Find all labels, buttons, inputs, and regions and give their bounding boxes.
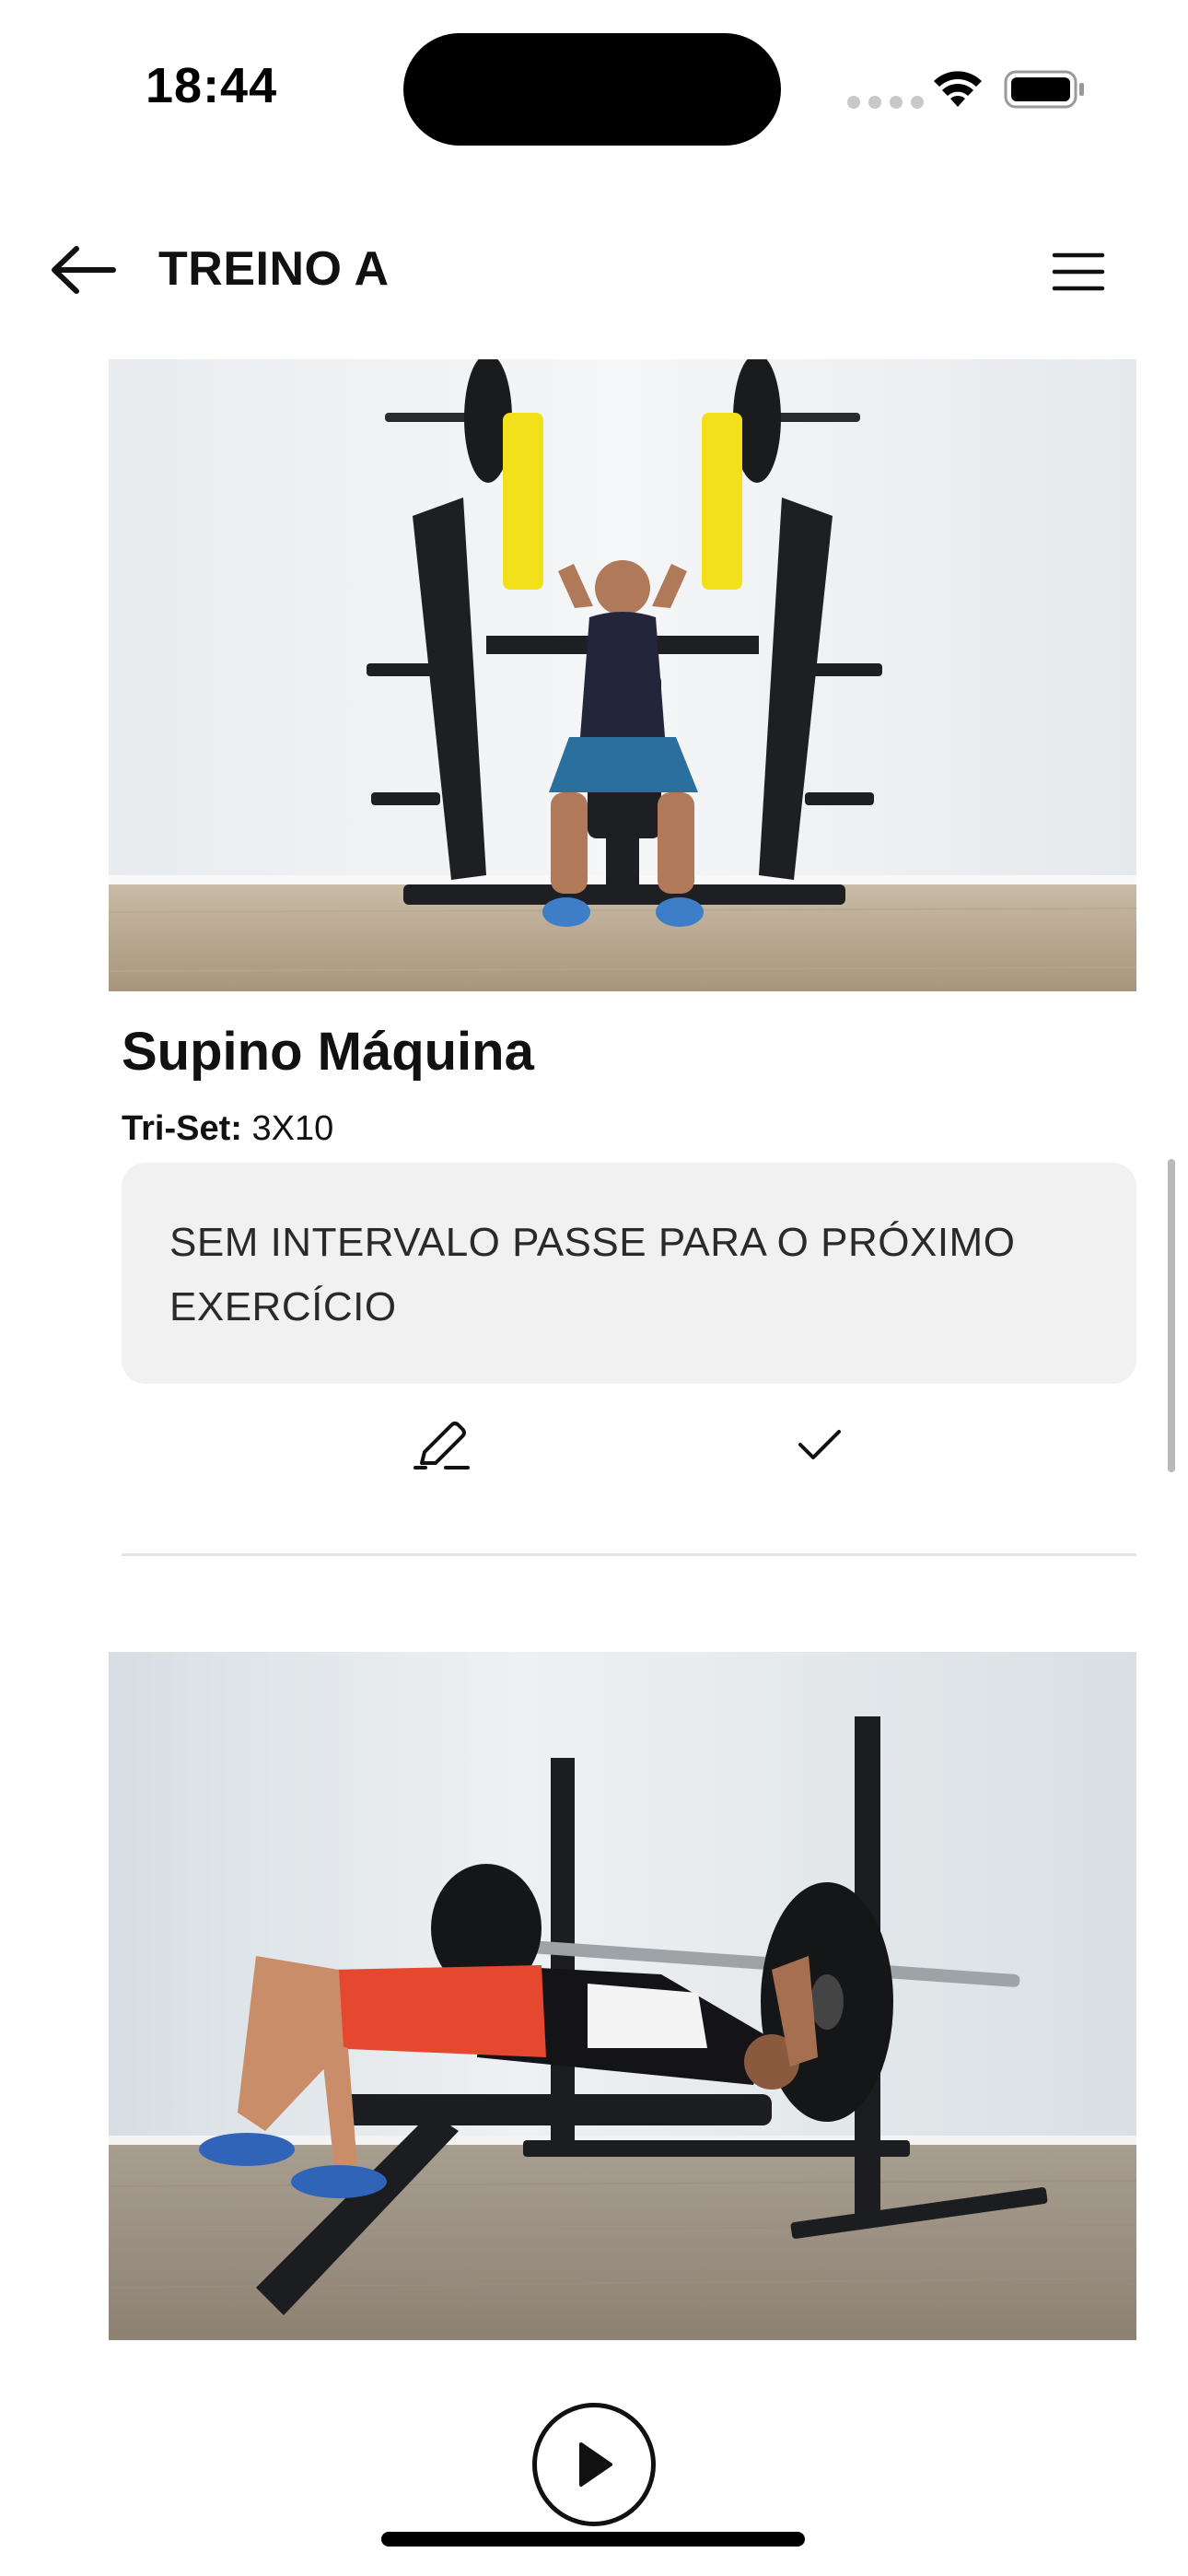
divider	[122, 1553, 1136, 1556]
exercise-name: Supino Máquina	[122, 1022, 534, 1082]
page-title: TREINO A	[158, 242, 390, 296]
exercise-note: SEM INTERVALO PASSE PARA O PRÓXIMO EXERC…	[169, 1220, 1016, 1329]
check-icon	[798, 1430, 841, 1459]
play-icon	[579, 2442, 612, 2487]
dynamic-island	[403, 33, 781, 146]
complete-button[interactable]	[783, 1411, 856, 1478]
cellular-signal-icon	[847, 96, 924, 109]
play-button[interactable]	[532, 2403, 656, 2526]
home-indicator[interactable]	[381, 2532, 805, 2547]
edit-button[interactable]	[405, 1411, 479, 1478]
hamburger-menu-icon	[1052, 252, 1105, 291]
menu-button[interactable]	[1044, 240, 1112, 304]
exercise-sets: Tri-Set: 3X10	[122, 1109, 333, 1149]
bench-press-illustration	[109, 1652, 1136, 2340]
wifi-icon	[934, 71, 982, 107]
arrow-left-icon	[52, 246, 116, 294]
status-time: 18:44	[146, 58, 278, 113]
exercise-image[interactable]	[109, 1652, 1136, 2340]
back-button[interactable]	[46, 238, 120, 302]
scrollbar[interactable]	[1168, 1159, 1175, 1472]
sets-value: 3X10	[251, 1109, 334, 1148]
exercise-image[interactable]	[109, 359, 1136, 991]
status-bar: 18:44	[0, 0, 1188, 166]
exercise-note-box: SEM INTERVALO PASSE PARA O PRÓXIMO EXERC…	[122, 1163, 1136, 1384]
app-header: TREINO A	[0, 230, 1188, 313]
chest-press-machine-illustration	[109, 359, 1136, 991]
battery-icon	[1004, 70, 1084, 109]
pencil-icon	[413, 1422, 470, 1469]
sets-label: Tri-Set:	[122, 1109, 242, 1148]
